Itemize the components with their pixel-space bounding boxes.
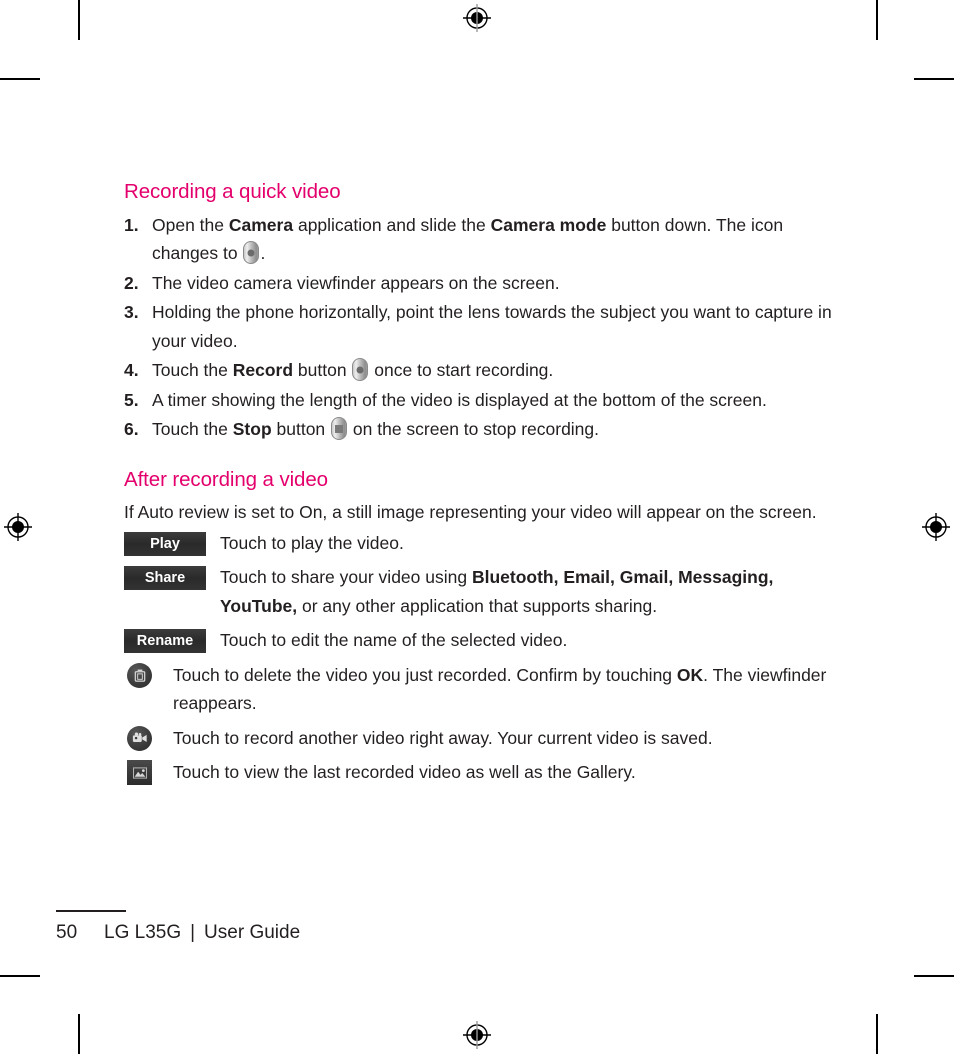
play-button-key: Play	[124, 529, 206, 556]
delete-description: Touch to delete the video you just recor…	[173, 661, 836, 718]
trash-can-icon[interactable]	[127, 662, 152, 688]
step-number: 2.	[124, 272, 139, 293]
video-camera-glyph	[132, 732, 147, 743]
crop-mark-bottom-left-horizontal	[0, 975, 40, 977]
step-text-pre: Open the	[152, 214, 229, 235]
rename-description: Touch to edit the name of the selected v…	[220, 630, 568, 651]
section-heading-recording: Recording a quick video	[124, 180, 341, 203]
registration-mark-right-middle	[922, 513, 950, 541]
step-number: 1.	[124, 214, 139, 235]
play-description: Touch to play the video.	[220, 532, 404, 553]
page-footer: 50 LG L35G | User Guide	[56, 910, 896, 944]
footer-rule	[56, 910, 126, 912]
record-pill-icon	[352, 358, 369, 382]
video-camera-icon[interactable]	[127, 725, 152, 751]
step-bold-stop: Stop	[232, 419, 272, 440]
record-pill-icon	[243, 241, 260, 265]
step-number: 5.	[124, 389, 139, 410]
rename-button-key: Rename	[124, 626, 206, 654]
numbered-step-list: 1. Open the Camera application and slide …	[124, 211, 836, 444]
record-dot-icon	[356, 366, 364, 374]
delete-icon-key	[124, 661, 155, 688]
step-number: 4.	[124, 360, 139, 381]
step-text-pre: Touch the	[152, 419, 233, 440]
definition-row-delete: Touch to delete the video you just recor…	[124, 661, 836, 718]
step-bold-camera-mode: Camera mode	[490, 214, 607, 235]
crop-mark-bottom-right-horizontal	[914, 975, 954, 977]
page-number: 50	[56, 921, 78, 943]
crop-mark-top-right-horizontal	[914, 78, 954, 80]
step-text-pre: Touch the	[152, 360, 233, 381]
gallery-icon-key	[124, 758, 155, 786]
step-number: 3.	[124, 302, 139, 323]
step-text-tail: .	[260, 243, 266, 264]
definition-row-record-again: Touch to record another video right away…	[124, 724, 836, 753]
definition-row-play: Play Touch to play the video.	[124, 529, 836, 558]
delete-text-pre: Touch to delete the video you just recor…	[173, 664, 677, 685]
footer-separator: |	[190, 921, 196, 943]
rename-button-tag[interactable]: Rename	[124, 629, 206, 654]
share-text-pre: Touch to share your video using	[220, 567, 472, 588]
stop-square-icon	[335, 424, 344, 433]
page-content: Recording a quick video 1. Open the Camer…	[124, 180, 836, 793]
registration-mark-top-center	[463, 4, 491, 32]
step-text-post: once to start recording.	[369, 360, 554, 381]
share-button-tag[interactable]: Share	[124, 566, 206, 591]
crop-mark-top-left-horizontal	[0, 78, 40, 80]
step-item-1: 1. Open the Camera application and slide …	[124, 211, 836, 268]
footer-model: LG L35G	[104, 921, 182, 943]
trash-can-glyph	[134, 669, 145, 682]
delete-ok-bold: OK	[676, 664, 704, 685]
footer-guide-label: User Guide	[204, 921, 301, 943]
crop-mark-top-right-vertical	[876, 0, 878, 40]
gallery-description: Touch to view the last recorded video as…	[173, 762, 636, 783]
footer-text: 50 LG L35G | User Guide	[56, 922, 896, 944]
gallery-thumbnail-icon[interactable]	[127, 760, 152, 786]
crop-mark-top-left-vertical	[78, 0, 80, 40]
step-text-mid: button	[293, 360, 352, 381]
step-text: The video camera viewfinder appears on t…	[152, 272, 560, 293]
record-again-description: Touch to record another video right away…	[173, 727, 713, 748]
share-description: Touch to share your video using Bluetoot…	[220, 563, 836, 620]
step-bold-camera: Camera	[228, 214, 294, 235]
definition-row-share: Share Touch to share your video using Bl…	[124, 563, 836, 620]
crop-mark-bottom-right-vertical	[876, 1014, 878, 1054]
step-text-mid: button	[271, 419, 331, 440]
record-again-icon-key	[124, 724, 155, 751]
step-number: 6.	[124, 419, 139, 440]
share-button-key: Share	[124, 563, 206, 591]
step-item-6: 6. Touch the Stop button on the screen to…	[124, 415, 836, 444]
stop-pill-icon	[331, 417, 348, 441]
step-item-4: 4. Touch the Record button once to start …	[124, 356, 836, 385]
step-text-post: on the screen to stop recording.	[348, 419, 600, 440]
step-text: A timer showing the length of the video …	[152, 389, 767, 410]
play-button-tag[interactable]: Play	[124, 531, 206, 556]
definition-row-rename: Rename Touch to edit the name of the sel…	[124, 626, 836, 655]
step-text: Holding the phone horizontally, point th…	[152, 302, 832, 351]
action-definition-list: Play Touch to play the video. Share Touc…	[124, 529, 836, 787]
crop-mark-bottom-left-vertical	[78, 1014, 80, 1054]
record-dot-icon	[247, 249, 255, 257]
after-recording-intro: If Auto review is set to On, a still ima…	[124, 502, 817, 523]
gallery-thumbnail-glyph	[132, 767, 147, 779]
step-bold-record: Record	[232, 360, 294, 381]
definition-row-gallery: Touch to view the last recorded video as…	[124, 758, 836, 787]
step-item-5: 5. A timer showing the length of the vide…	[124, 386, 836, 415]
step-item-3: 3. Holding the phone horizontally, point …	[124, 298, 836, 355]
step-text-mid: application and slide the	[293, 214, 491, 235]
registration-mark-left-middle	[4, 513, 32, 541]
manual-page: Recording a quick video 1. Open the Camer…	[0, 0, 954, 1054]
share-text-post: or any other application that supports s…	[297, 595, 658, 616]
section-heading-after-recording: After recording a video	[124, 467, 328, 491]
step-item-2: 2. The video camera viewfinder appears on…	[124, 269, 836, 298]
registration-mark-bottom-center	[463, 1021, 491, 1049]
